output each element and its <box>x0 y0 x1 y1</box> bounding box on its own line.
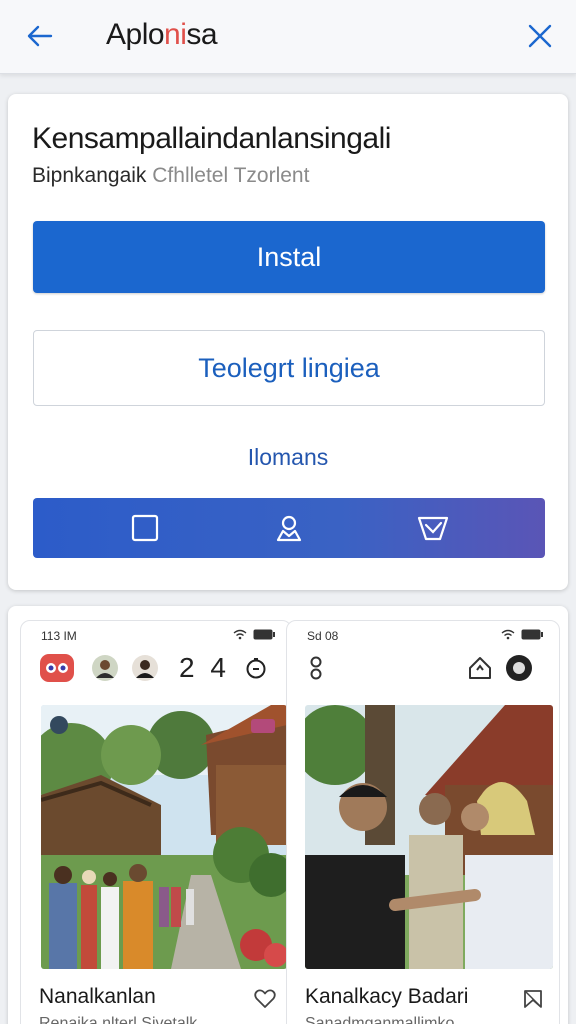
preview-screenshot-right[interactable]: Sd 08 Kanalkacy Badari Sanadmganmallimko <box>286 620 560 1024</box>
avatar[interactable] <box>91 654 119 682</box>
preview-screenshot-left[interactable]: 113 IM 2 4 Nanalkanlan Renaika nlterl Si… <box>20 620 292 1024</box>
app-title-part1: Aplo <box>106 18 165 51</box>
heart-icon[interactable] <box>253 987 277 1011</box>
screenshot-preview-card: 113 IM 2 4 Nanalkanlan Renaika nlterl Si… <box>8 606 568 1024</box>
avatar[interactable] <box>131 654 159 682</box>
app-icons-row <box>287 651 559 687</box>
app-icons-row: 2 4 <box>21 651 291 687</box>
status-bar: 113 IM <box>21 627 291 647</box>
people-photo <box>305 705 553 969</box>
square-icon[interactable] <box>125 508 165 548</box>
battery-icon <box>253 629 275 640</box>
status-time: Sd 08 <box>307 629 339 643</box>
close-button[interactable] <box>518 14 562 58</box>
caption-row: Kanalkacy Badari <box>305 985 545 1013</box>
install-button-label: Instal <box>256 241 322 272</box>
developer-name: Bipnkangaik <box>32 164 147 187</box>
battery-icon <box>521 629 543 640</box>
app-category: Cfhlletel Tzorlent <box>152 164 310 187</box>
caption-title: Kanalkacy Badari <box>305 985 469 1008</box>
close-icon <box>528 24 552 48</box>
status-bar: Sd 08 <box>287 627 559 647</box>
message-icon[interactable] <box>413 508 453 548</box>
app-title-part2: ni <box>164 18 187 51</box>
home-icon[interactable] <box>467 655 493 681</box>
text-link-button[interactable]: Ilomans <box>8 444 568 471</box>
bookmark-icon[interactable] <box>521 987 545 1011</box>
top-app-bar: Aplonisa <box>0 0 576 74</box>
app-title-part3: sa <box>186 18 218 51</box>
secondary-action-button[interactable]: Teolegrt lingiea <box>33 330 545 406</box>
user-icon[interactable] <box>269 508 309 548</box>
app-subtitle: Bipnkangaik Cfhlletel Tzorlent <box>32 164 309 188</box>
action-bar <box>33 498 545 558</box>
app-install-card: Kensampallaindanlansingali Bipnkangaik C… <box>8 94 568 590</box>
app-title: Aplonisa <box>106 18 218 52</box>
install-button[interactable]: Instal <box>33 221 545 293</box>
counter-text: 2 4 <box>179 652 230 683</box>
caption-subtitle: Sanadmganmallimko <box>305 1015 455 1024</box>
secondary-button-label: Teolegrt lingiea <box>198 352 380 383</box>
village-photo <box>41 705 287 969</box>
app-name-heading: Kensampallaindanlansingali <box>32 122 391 155</box>
app-logo-icon[interactable] <box>39 653 75 683</box>
share-icon[interactable] <box>303 655 329 681</box>
caption-row: Nanalkanlan <box>39 985 277 1013</box>
timer-icon[interactable] <box>245 657 267 679</box>
wifi-icon <box>233 629 247 640</box>
arrow-left-icon <box>27 25 53 47</box>
caption-title: Nanalkanlan <box>39 985 156 1008</box>
status-time: 113 IM <box>41 629 77 643</box>
avatar[interactable] <box>505 654 533 682</box>
back-button[interactable] <box>18 14 62 58</box>
caption-subtitle: Renaika nlterl Sivetalk <box>39 1015 198 1024</box>
wifi-icon <box>501 629 515 640</box>
